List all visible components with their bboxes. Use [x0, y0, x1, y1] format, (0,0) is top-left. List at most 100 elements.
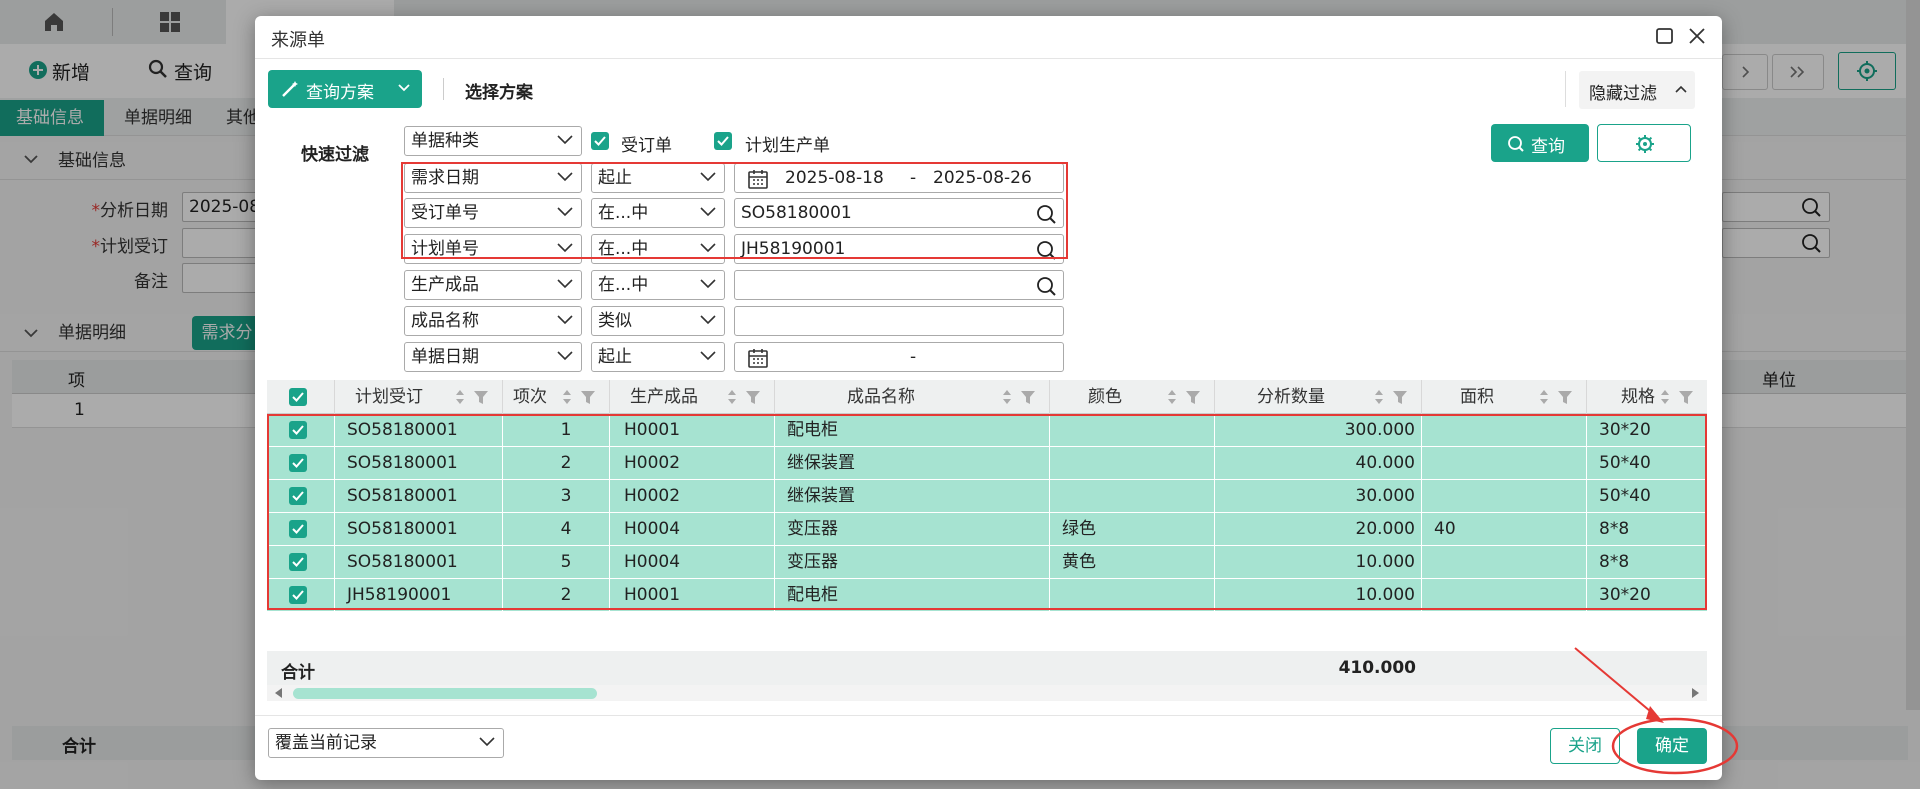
cell-order: SO58180001 [335, 546, 503, 579]
table-row[interactable]: SO58180001 5 H0004 变压器 黄色 10.000 8*8 [267, 546, 1707, 579]
import-mode-select[interactable]: 覆盖当前记录 [268, 728, 504, 758]
query-button[interactable]: 查询 [1491, 124, 1589, 162]
cell-product: H0001 [610, 414, 775, 447]
row-select-cell[interactable] [267, 447, 335, 480]
magic-wand-icon [282, 81, 298, 97]
product-name-input[interactable] [734, 306, 1064, 336]
checkbox-order[interactable] [591, 132, 609, 150]
sort-filter-icon[interactable] [1538, 388, 1578, 406]
sort-filter-icon[interactable] [1373, 388, 1413, 406]
sort-filter-icon[interactable] [1001, 388, 1041, 406]
cell-qty: 40.000 [1215, 447, 1422, 480]
scrollbar-thumb[interactable] [293, 688, 597, 699]
divider [255, 715, 1722, 716]
row-checkbox[interactable] [289, 553, 307, 571]
cell-color: 绿色 [1050, 513, 1215, 546]
filter-op-select[interactable]: 在...中 [591, 234, 725, 264]
column-header[interactable]: 成品名称 [775, 380, 1050, 414]
cell-order: SO58180001 [335, 414, 503, 447]
column-header[interactable]: 分析数量 [1215, 380, 1422, 414]
product-input[interactable] [734, 270, 1064, 300]
row-select-cell[interactable] [267, 546, 335, 579]
select-scheme-label[interactable]: 选择方案 [465, 78, 533, 103]
select-all-checkbox[interactable] [289, 388, 307, 406]
row-checkbox[interactable] [289, 454, 307, 472]
checkbox-plan[interactable] [714, 132, 732, 150]
cell-area [1422, 414, 1587, 447]
row-select-cell[interactable] [267, 513, 335, 546]
checkbox-order-label[interactable]: 受订单 [621, 131, 672, 156]
chevron-down-icon [700, 315, 716, 325]
cell-qty: 30.000 [1215, 480, 1422, 513]
hide-filter-button[interactable]: 隐藏过滤 [1579, 71, 1695, 109]
cell-color [1050, 480, 1215, 513]
cell-area [1422, 447, 1587, 480]
cell-name: 配电柜 [775, 579, 1050, 612]
row-checkbox[interactable] [289, 520, 307, 538]
cell-product: H0002 [610, 480, 775, 513]
filter-settings-button[interactable] [1597, 124, 1691, 162]
date-range-input[interactable]: 2025-08-18 - 2025-08-26 [734, 163, 1064, 193]
table-row[interactable]: JH58190001 2 H0001 配电柜 10.000 30*20 [267, 579, 1707, 612]
filter-field-select[interactable]: 受订单号 [404, 198, 582, 228]
plan-number-input[interactable]: JH58190001 [734, 234, 1064, 264]
header-select-all[interactable] [267, 380, 335, 414]
chevron-down-icon [557, 279, 573, 289]
search-icon [1037, 241, 1056, 260]
horizontal-scrollbar[interactable] [267, 685, 1707, 701]
sort-filter-icon[interactable] [561, 388, 601, 406]
filter-field-select[interactable]: 计划单号 [404, 234, 582, 264]
column-header[interactable]: 计划受订 [335, 380, 503, 414]
filter-field-select[interactable]: 需求日期 [404, 163, 582, 193]
row-select-cell[interactable] [267, 414, 335, 447]
column-header[interactable]: 规格 [1587, 380, 1707, 414]
sort-filter-icon[interactable] [726, 388, 766, 406]
column-header[interactable]: 项次 [503, 380, 610, 414]
divider [1565, 71, 1566, 107]
checkbox-plan-label[interactable]: 计划生产单 [745, 131, 830, 156]
table-row[interactable]: SO58180001 4 H0004 变压器 绿色 20.000 40 8*8 [267, 513, 1707, 546]
filter-op-select[interactable]: 起止 [591, 342, 725, 372]
maximize-icon[interactable] [1655, 26, 1675, 46]
table-row[interactable]: SO58180001 2 H0002 继保装置 40.000 50*40 [267, 447, 1707, 480]
table-row[interactable]: SO58180001 3 H0002 继保装置 30.000 50*40 [267, 480, 1707, 513]
row-checkbox[interactable] [289, 421, 307, 439]
filter-field-select[interactable]: 生产成品 [404, 270, 582, 300]
filter-field-select[interactable]: 单据日期 [404, 342, 582, 372]
filter-op-select[interactable]: 在...中 [591, 270, 725, 300]
cell-name: 变压器 [775, 546, 1050, 579]
column-header[interactable]: 面积 [1422, 380, 1587, 414]
chevron-down-icon [557, 315, 573, 325]
row-checkbox[interactable] [289, 487, 307, 505]
column-header[interactable]: 颜色 [1050, 380, 1215, 414]
total-label: 合计 [281, 663, 315, 683]
query-scheme-button[interactable]: 查询方案 [268, 70, 422, 108]
filter-op-select[interactable]: 在...中 [591, 198, 725, 228]
doc-date-range-input[interactable]: - [734, 342, 1064, 372]
cell-color [1050, 414, 1215, 447]
column-header[interactable]: 生产成品 [610, 380, 775, 414]
filter-op-select[interactable]: 起止 [591, 163, 725, 193]
close-icon[interactable] [1687, 26, 1707, 46]
query-scheme-label: 查询方案 [306, 83, 374, 103]
search-icon [1037, 205, 1056, 224]
row-select-cell[interactable] [267, 579, 335, 612]
doc-type-select[interactable]: 单据种类 [404, 126, 582, 156]
cell-color: 黄色 [1050, 546, 1215, 579]
filter-op-select[interactable]: 类似 [591, 306, 725, 336]
row-checkbox[interactable] [289, 586, 307, 604]
row-select-cell[interactable] [267, 480, 335, 513]
cell-order: SO58180001 [335, 447, 503, 480]
filter-field-select[interactable]: 成品名称 [404, 306, 582, 336]
sort-filter-icon[interactable] [454, 388, 494, 406]
confirm-button[interactable]: 确定 [1637, 728, 1707, 764]
source-document-dialog: 来源单 查询方案 选择方案 隐藏过滤 快速过滤 单据种类 受订单 计划生产单 查… [255, 16, 1722, 780]
table-row[interactable]: SO58180001 1 H0001 配电柜 300.000 30*20 [267, 414, 1707, 447]
cell-qty: 300.000 [1215, 414, 1422, 447]
close-button[interactable]: 关闭 [1550, 728, 1620, 764]
sort-filter-icon[interactable] [1659, 388, 1699, 406]
sort-filter-icon[interactable] [1166, 388, 1206, 406]
cell-area [1422, 579, 1587, 612]
order-number-input[interactable]: SO58180001 [734, 198, 1064, 228]
cell-spec: 50*40 [1599, 486, 1651, 506]
